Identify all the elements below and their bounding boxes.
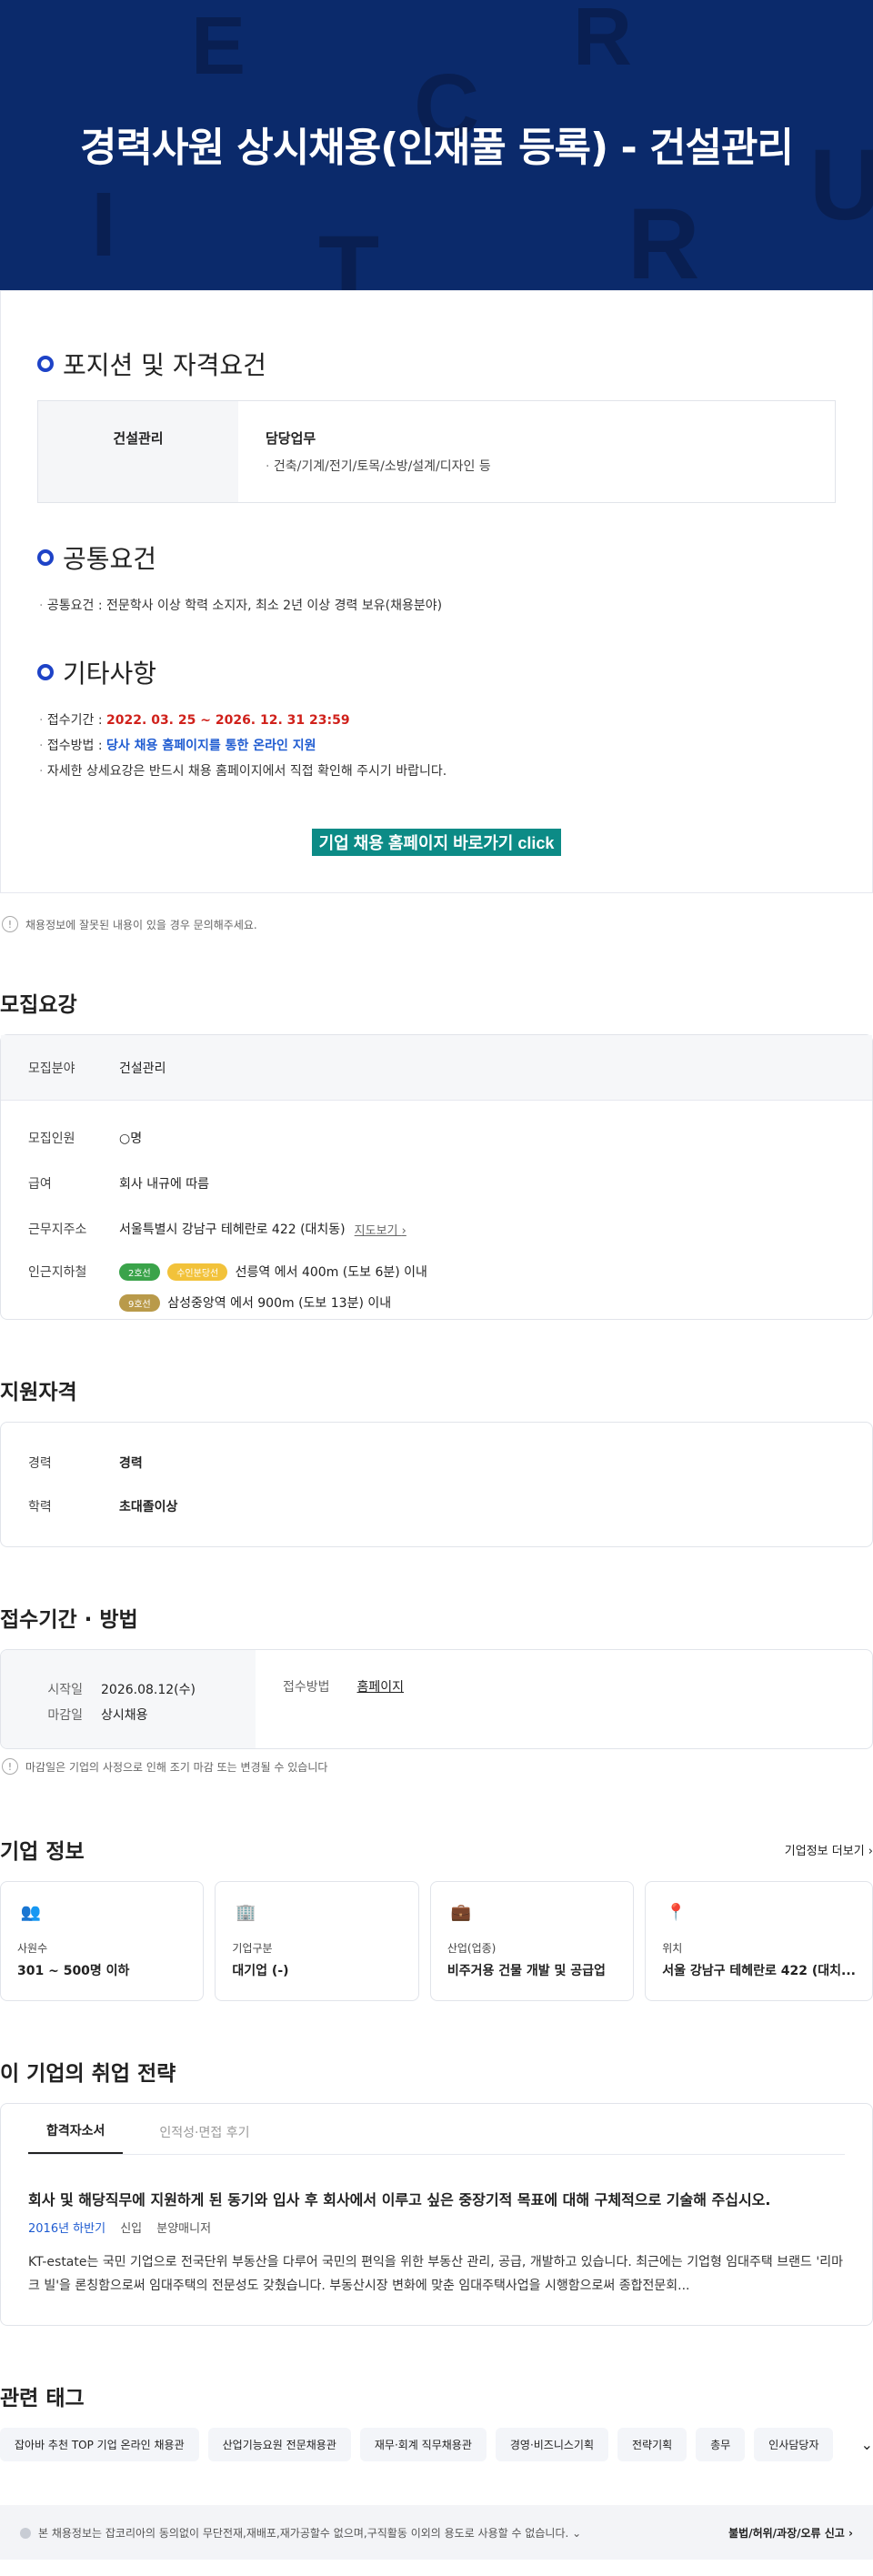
duty-label: 담당업무 bbox=[266, 430, 316, 447]
station-1: 선릉역 에서 400m (도보 6분) 이내 bbox=[235, 1265, 427, 1280]
section-heading-apply: 접수기간 · 방법 bbox=[0, 1608, 138, 1632]
map-link[interactable]: 지도보기 › bbox=[355, 1221, 406, 1238]
detail-note: 자세한 상세요강은 반드시 채용 홈페이지에서 직접 확인해 주시기 바랍니다. bbox=[39, 760, 836, 783]
section-heading-tags: 관련 태그 bbox=[0, 2387, 85, 2410]
duty-text: 건축/기계/전기/토목/소방/설계/디자인 등 bbox=[266, 457, 808, 475]
tag-item[interactable]: 재무·회계 직무채용관 bbox=[359, 2428, 487, 2461]
hero-banner: E R C I U R T 경력사원 상시채용(인재풀 등록) - 건설관리 bbox=[0, 0, 873, 291]
ring-bullet-icon bbox=[37, 356, 54, 372]
company-card-industry: 💼 산업(업종) 비주거용 건물 개발 및 공급업 bbox=[429, 1881, 635, 2001]
company-cards: 👥 사원수 301 ~ 500명 이하 🏢 기업구분 대기업 (-) 💼 산업(… bbox=[0, 1881, 873, 2001]
headcount-row: 모집인원 ○명 bbox=[28, 1132, 143, 1146]
chevron-down-icon[interactable]: ⌄ bbox=[861, 2436, 873, 2453]
footer-notice-bar: 본 채용정보는 잡코리아의 동의없이 무단전재,재배포,재가공할수 없으며,구직… bbox=[0, 2505, 873, 2560]
bg-letter: E bbox=[191, 1, 246, 92]
bg-letter: I bbox=[91, 174, 116, 276]
tag-item[interactable]: 경영·비즈니스기획 bbox=[495, 2428, 609, 2461]
qualification-card: 경력 경력 학력 초대졸이상 bbox=[0, 1422, 873, 1547]
essay-question[interactable]: 회사 및 해당직무에 지원하게 된 동기와 입사 후 회사에서 이루고 싶은 중… bbox=[28, 2188, 845, 2209]
address-row: 근무지주소 서울특별시 강남구 테헤란로 422 (대치동) 지도보기 › bbox=[1, 1206, 872, 1252]
subway-line-2-badge: 2호선 bbox=[119, 1263, 160, 1281]
apply-method-line: 접수방법 : 당사 채용 홈페이지를 통한 온라인 지원 bbox=[39, 734, 836, 758]
section-heading-qualification: 지원자격 bbox=[0, 1381, 77, 1404]
section-heading-common: 공통요건 bbox=[37, 539, 836, 576]
section-heading-position: 포지션 및 자격요건 bbox=[37, 346, 836, 382]
experience-row: 경력 경력 bbox=[28, 1456, 143, 1471]
chevron-right-icon: › bbox=[401, 1223, 406, 1238]
page-title: 경력사원 상시채용(인재풀 등록) - 건설관리 bbox=[80, 125, 794, 171]
essay-answer: KT-estate는 국민 기업으로 전국단위 부동산을 다루어 국민의 편익을… bbox=[28, 2255, 843, 2293]
tag-list: 잡아바 추천 TOP 기업 온라인 채용관 산업기능요원 전문채용관 재무·회계… bbox=[0, 2428, 873, 2461]
pay-row: 급여 회사 내규에 따름 bbox=[28, 1177, 210, 1192]
report-notice: ! 채용정보에 잘못된 내용이 있을 경우 문의해주세요. bbox=[2, 916, 873, 932]
end-date: 상시채용 bbox=[101, 1708, 148, 1723]
subway-line-9-badge: 9호선 bbox=[119, 1294, 160, 1312]
apply-card: 시작일 2026.08.12(수) 마감일 상시채용 접수방법 홈페이지 bbox=[0, 1649, 873, 1749]
section-heading-etc: 기타사항 bbox=[37, 654, 836, 690]
report-text[interactable]: 채용정보에 잘못된 내용이 있을 경우 문의해주세요. bbox=[25, 917, 257, 932]
tag-item[interactable]: 전략기획 bbox=[617, 2428, 687, 2461]
position-field: 건설관리 bbox=[38, 401, 238, 502]
briefcase-icon: 💼 bbox=[450, 1902, 472, 1922]
homepage-apply-link[interactable]: 홈페이지 bbox=[357, 1677, 405, 1721]
tab-cover-letter[interactable]: 합격자소서 bbox=[28, 2121, 124, 2154]
location-pin-icon: 📍 bbox=[666, 1902, 687, 1922]
section-heading-summary: 모집요강 bbox=[0, 993, 77, 1017]
tag-item[interactable]: 인사담당자 bbox=[754, 2428, 834, 2461]
section-heading-strategy: 이 기업의 취업 전략 bbox=[0, 2062, 176, 2086]
chevron-right-icon: › bbox=[848, 2526, 853, 2540]
apply-period-value: 2022. 03. 25 ~ 2026. 12. 31 23:59 bbox=[106, 713, 350, 728]
company-card-employees: 👥 사원수 301 ~ 500명 이하 bbox=[0, 1881, 205, 2001]
section-heading-company: 기업 정보 bbox=[0, 1840, 85, 1864]
tag-item[interactable]: 잡아바 추천 TOP 기업 온라인 채용관 bbox=[0, 2428, 199, 2461]
apply-method-value: 당사 채용 홈페이지를 통한 온라인 지원 bbox=[106, 739, 316, 753]
summary-card: 모집분야 건설관리 모집인원 ○명 급여 회사 내규에 따름 근무지주소 서울특… bbox=[0, 1034, 873, 1320]
people-icon: 👥 bbox=[20, 1902, 42, 1922]
info-dot-icon bbox=[20, 2528, 31, 2539]
tag-item[interactable]: 산업기능요원 전문채용관 bbox=[207, 2428, 351, 2461]
info-icon: ! bbox=[2, 916, 18, 932]
chevron-right-icon: › bbox=[868, 1844, 873, 1858]
job-detail-box: 포지션 및 자격요건 건설관리 담당업무 건축/기계/전기/토목/소방/설계/디… bbox=[0, 291, 873, 893]
homepage-link-button[interactable]: 기업 채용 홈페이지 바로가기 click bbox=[312, 829, 561, 856]
report-fraud-link[interactable]: 불법/허위/과장/오류 신고 › bbox=[728, 2525, 853, 2541]
tab-interview-review[interactable]: 인적성·면접 후기 bbox=[159, 2123, 249, 2154]
bg-letter: T bbox=[318, 216, 380, 291]
ring-bullet-icon bbox=[37, 549, 54, 566]
common-requirement: 공통요건 : 전문학사 이상 학력 소지자, 최소 2년 이상 경력 보유(채용… bbox=[39, 594, 836, 618]
start-date: 2026.08.12(수) bbox=[101, 1683, 196, 1697]
deadline-notice: ! 마감일은 기업의 사정으로 인해 조기 마감 또는 변경될 수 있습니다 bbox=[2, 1758, 873, 1775]
station-2: 삼성중앙역 에서 900m (도보 13분) 이내 bbox=[167, 1296, 392, 1311]
company-info-header: 기업 정보 기업정보 더보기 › bbox=[0, 1834, 873, 1865]
info-icon: ! bbox=[2, 1758, 18, 1775]
building-icon: 🏢 bbox=[236, 1902, 256, 1922]
education-row: 학력 초대졸이상 bbox=[28, 1500, 178, 1514]
chevron-down-icon[interactable]: ⌄ bbox=[572, 2527, 581, 2540]
position-table: 건설관리 담당업무 건축/기계/전기/토목/소방/설계/디자인 등 bbox=[37, 400, 836, 503]
strategy-tabs: 합격자소서 인적성·면접 후기 bbox=[28, 2104, 845, 2155]
strategy-card: 합격자소서 인적성·면접 후기 회사 및 해당직무에 지원하게 된 동기와 입사… bbox=[0, 2103, 873, 2326]
tag-item[interactable]: 총무 bbox=[696, 2428, 746, 2461]
field-row: 모집분야 건설관리 bbox=[1, 1035, 872, 1101]
essay-meta: 2016년 하반기 신입 분양매니저 bbox=[28, 2222, 212, 2236]
subway-row: 인근지하철 2호선 수인분당선 선릉역 에서 400m (도보 6분) 이내 9… bbox=[28, 1263, 427, 1312]
ring-bullet-icon bbox=[37, 664, 54, 680]
apply-period-line: 접수기간 : 2022. 03. 25 ~ 2026. 12. 31 23:59 bbox=[39, 709, 836, 732]
company-more-link[interactable]: 기업정보 더보기 › bbox=[785, 1841, 873, 1858]
bg-letter: R bbox=[573, 0, 632, 83]
company-card-location: 📍 위치 서울 강남구 테헤란로 422 (대치... bbox=[645, 1881, 873, 2001]
company-card-type: 🏢 기업구분 대기업 (-) bbox=[215, 1881, 419, 2001]
bg-letter: R bbox=[627, 188, 700, 291]
subway-line-suin-badge: 수인분당선 bbox=[167, 1263, 228, 1281]
